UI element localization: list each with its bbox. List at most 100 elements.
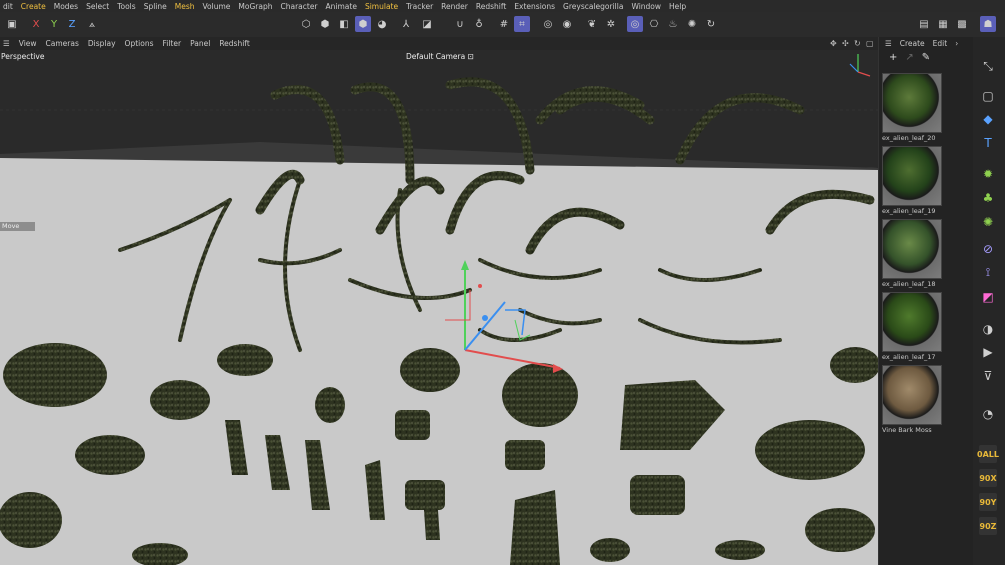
- workplane-icon[interactable]: ⌗: [514, 16, 530, 32]
- redshift-flame-icon[interactable]: ♨: [665, 16, 681, 32]
- material-icon[interactable]: ❦: [584, 16, 600, 32]
- field-icon[interactable]: ⟟: [979, 263, 997, 281]
- text-icon[interactable]: T: [979, 134, 997, 152]
- axis-mode-icon[interactable]: ⅄: [398, 16, 414, 32]
- main-toolbar: ▣ X Y Z ⟑ ⬡ ⬢ ◧ ⬢ ◕ ⅄ ◪ ∪ ♁ # ⌗ ◎ ◉ ❦ ✲ …: [0, 12, 1005, 37]
- texture-mode-icon[interactable]: ◕: [374, 16, 390, 32]
- redshift-render-icon[interactable]: ◎: [627, 16, 643, 32]
- z-axis-lock-button[interactable]: Z: [64, 16, 80, 32]
- material-name: ex_alien_leaf_17: [882, 353, 936, 361]
- menu-mesh[interactable]: Mesh: [175, 2, 200, 11]
- picture-viewer-icon[interactable]: ▩: [954, 16, 970, 32]
- environment-icon[interactable]: ◑: [979, 320, 997, 338]
- menu-character[interactable]: Character: [280, 2, 322, 11]
- chevron-right-icon[interactable]: ›: [955, 39, 958, 48]
- panel-menu-create[interactable]: Create: [900, 39, 925, 48]
- render-view-icon[interactable]: ◎: [540, 16, 556, 32]
- view-90z-button[interactable]: 90Z: [979, 517, 997, 535]
- camera-icon[interactable]: ▶: [979, 343, 997, 361]
- vp-menu-filter[interactable]: Filter: [163, 39, 182, 48]
- redshift-ipr-icon[interactable]: ⎔: [646, 16, 662, 32]
- grid-snap-icon[interactable]: #: [496, 16, 512, 32]
- y-axis-lock-button[interactable]: Y: [46, 16, 62, 32]
- panel-hamburger-icon[interactable]: ☰: [885, 39, 892, 48]
- scene-tool-icon[interactable]: ◔: [979, 405, 997, 423]
- polygons-mode-icon[interactable]: ◧: [336, 16, 352, 32]
- menu-tracker[interactable]: Tracker: [406, 2, 438, 11]
- material-item[interactable]: ex_alien_leaf_19: [882, 146, 942, 215]
- eyedropper-icon[interactable]: ✎: [922, 52, 930, 63]
- edges-mode-icon[interactable]: ⬢: [317, 16, 333, 32]
- model-mode-icon[interactable]: ⬢: [355, 16, 371, 32]
- view-90x-button[interactable]: 90X: [979, 469, 997, 487]
- material-item[interactable]: ex_alien_leaf_18: [882, 219, 942, 288]
- vp-menu-redshift[interactable]: Redshift: [219, 39, 249, 48]
- panel-menu-edit[interactable]: Edit: [933, 39, 948, 48]
- vp-menu-cameras[interactable]: Cameras: [46, 39, 79, 48]
- main-menubar: dit Create Modes Select Tools Spline Mes…: [0, 0, 1005, 12]
- render-settings-icon[interactable]: ◉: [559, 16, 575, 32]
- move-camera-icon[interactable]: ✣: [842, 39, 850, 48]
- material-item[interactable]: ex_alien_leaf_17: [882, 292, 942, 361]
- view-all-button[interactable]: 0ALL: [977, 445, 999, 463]
- rotate-camera-icon[interactable]: ↻: [854, 39, 862, 48]
- render-queue-icon[interactable]: ▦: [935, 16, 951, 32]
- x-axis-lock-button[interactable]: X: [28, 16, 44, 32]
- view-90y-button[interactable]: 90Y: [979, 493, 997, 511]
- material-item[interactable]: Vine Bark Moss: [882, 365, 942, 434]
- undo-stack-icon[interactable]: ▣: [4, 16, 20, 32]
- redshift-sparkle-icon[interactable]: ✺: [684, 16, 700, 32]
- move-tool-icon[interactable]: ⤡: [979, 57, 997, 75]
- generator-icon[interactable]: ✹: [979, 165, 997, 183]
- coordinate-system-icon[interactable]: ⟑: [84, 16, 100, 32]
- rectangle-icon[interactable]: ▢: [979, 87, 997, 105]
- menu-render[interactable]: Render: [441, 2, 473, 11]
- menu-animate[interactable]: Animate: [326, 2, 362, 11]
- menu-create[interactable]: Create: [21, 2, 51, 11]
- menu-volume[interactable]: Volume: [203, 2, 236, 11]
- snap-icon[interactable]: ∪: [452, 16, 468, 32]
- add-material-icon[interactable]: +: [889, 52, 897, 63]
- material-item[interactable]: ex_alien_leaf_20: [882, 73, 942, 142]
- gear-icon[interactable]: ✲: [603, 16, 619, 32]
- menu-redshift[interactable]: Redshift: [476, 2, 511, 11]
- maximize-view-icon[interactable]: ▢: [866, 39, 874, 48]
- scene-canvas: [0, 50, 878, 565]
- vp-menu-view[interactable]: View: [19, 39, 37, 48]
- snap-settings-icon[interactable]: ♁: [471, 16, 487, 32]
- material-thumbnail: [882, 73, 942, 133]
- points-mode-icon[interactable]: ⬡: [298, 16, 314, 32]
- menu-modes[interactable]: Modes: [54, 2, 83, 11]
- menu-mograph[interactable]: MoGraph: [238, 2, 277, 11]
- menu-tools[interactable]: Tools: [117, 2, 140, 11]
- vp-menu-options[interactable]: Options: [125, 39, 154, 48]
- clapper-icon[interactable]: ▤: [916, 16, 932, 32]
- deformer-icon[interactable]: ⊘: [979, 240, 997, 258]
- hamburger-menu-icon[interactable]: ☰: [3, 39, 10, 48]
- viewport-perspective[interactable]: Perspective Default Camera ⊡ Move: [0, 50, 878, 565]
- menu-window[interactable]: Window: [631, 2, 666, 11]
- menu-spline[interactable]: Spline: [144, 2, 172, 11]
- menu-extensions[interactable]: Extensions: [514, 2, 560, 11]
- cloner-icon[interactable]: ♣: [979, 189, 997, 207]
- menu-simulate[interactable]: Simulate: [365, 2, 403, 11]
- cube-icon[interactable]: ◆: [979, 110, 997, 128]
- layout-icon[interactable]: ☗: [980, 16, 996, 32]
- material-thumbnail: [882, 292, 942, 352]
- link-icon[interactable]: ↗: [905, 52, 913, 63]
- spline-icon[interactable]: ◩: [979, 288, 997, 306]
- light-icon[interactable]: ⊽: [979, 367, 997, 385]
- solo-icon[interactable]: ◪: [419, 16, 435, 32]
- menu-greyscalegorilla[interactable]: Greyscalegorilla: [563, 2, 628, 11]
- vp-menu-display[interactable]: Display: [88, 39, 116, 48]
- menu-edit[interactable]: dit: [3, 2, 18, 11]
- effector-icon[interactable]: ✺: [979, 213, 997, 231]
- material-name: Vine Bark Moss: [882, 426, 932, 434]
- material-name: ex_alien_leaf_20: [882, 134, 936, 142]
- menu-select[interactable]: Select: [86, 2, 114, 11]
- vp-menu-panel[interactable]: Panel: [190, 39, 210, 48]
- camera-label[interactable]: Default Camera ⊡: [406, 52, 474, 61]
- menu-help[interactable]: Help: [669, 2, 691, 11]
- pan-icon[interactable]: ✥: [830, 39, 838, 48]
- refresh-icon[interactable]: ↻: [703, 16, 719, 32]
